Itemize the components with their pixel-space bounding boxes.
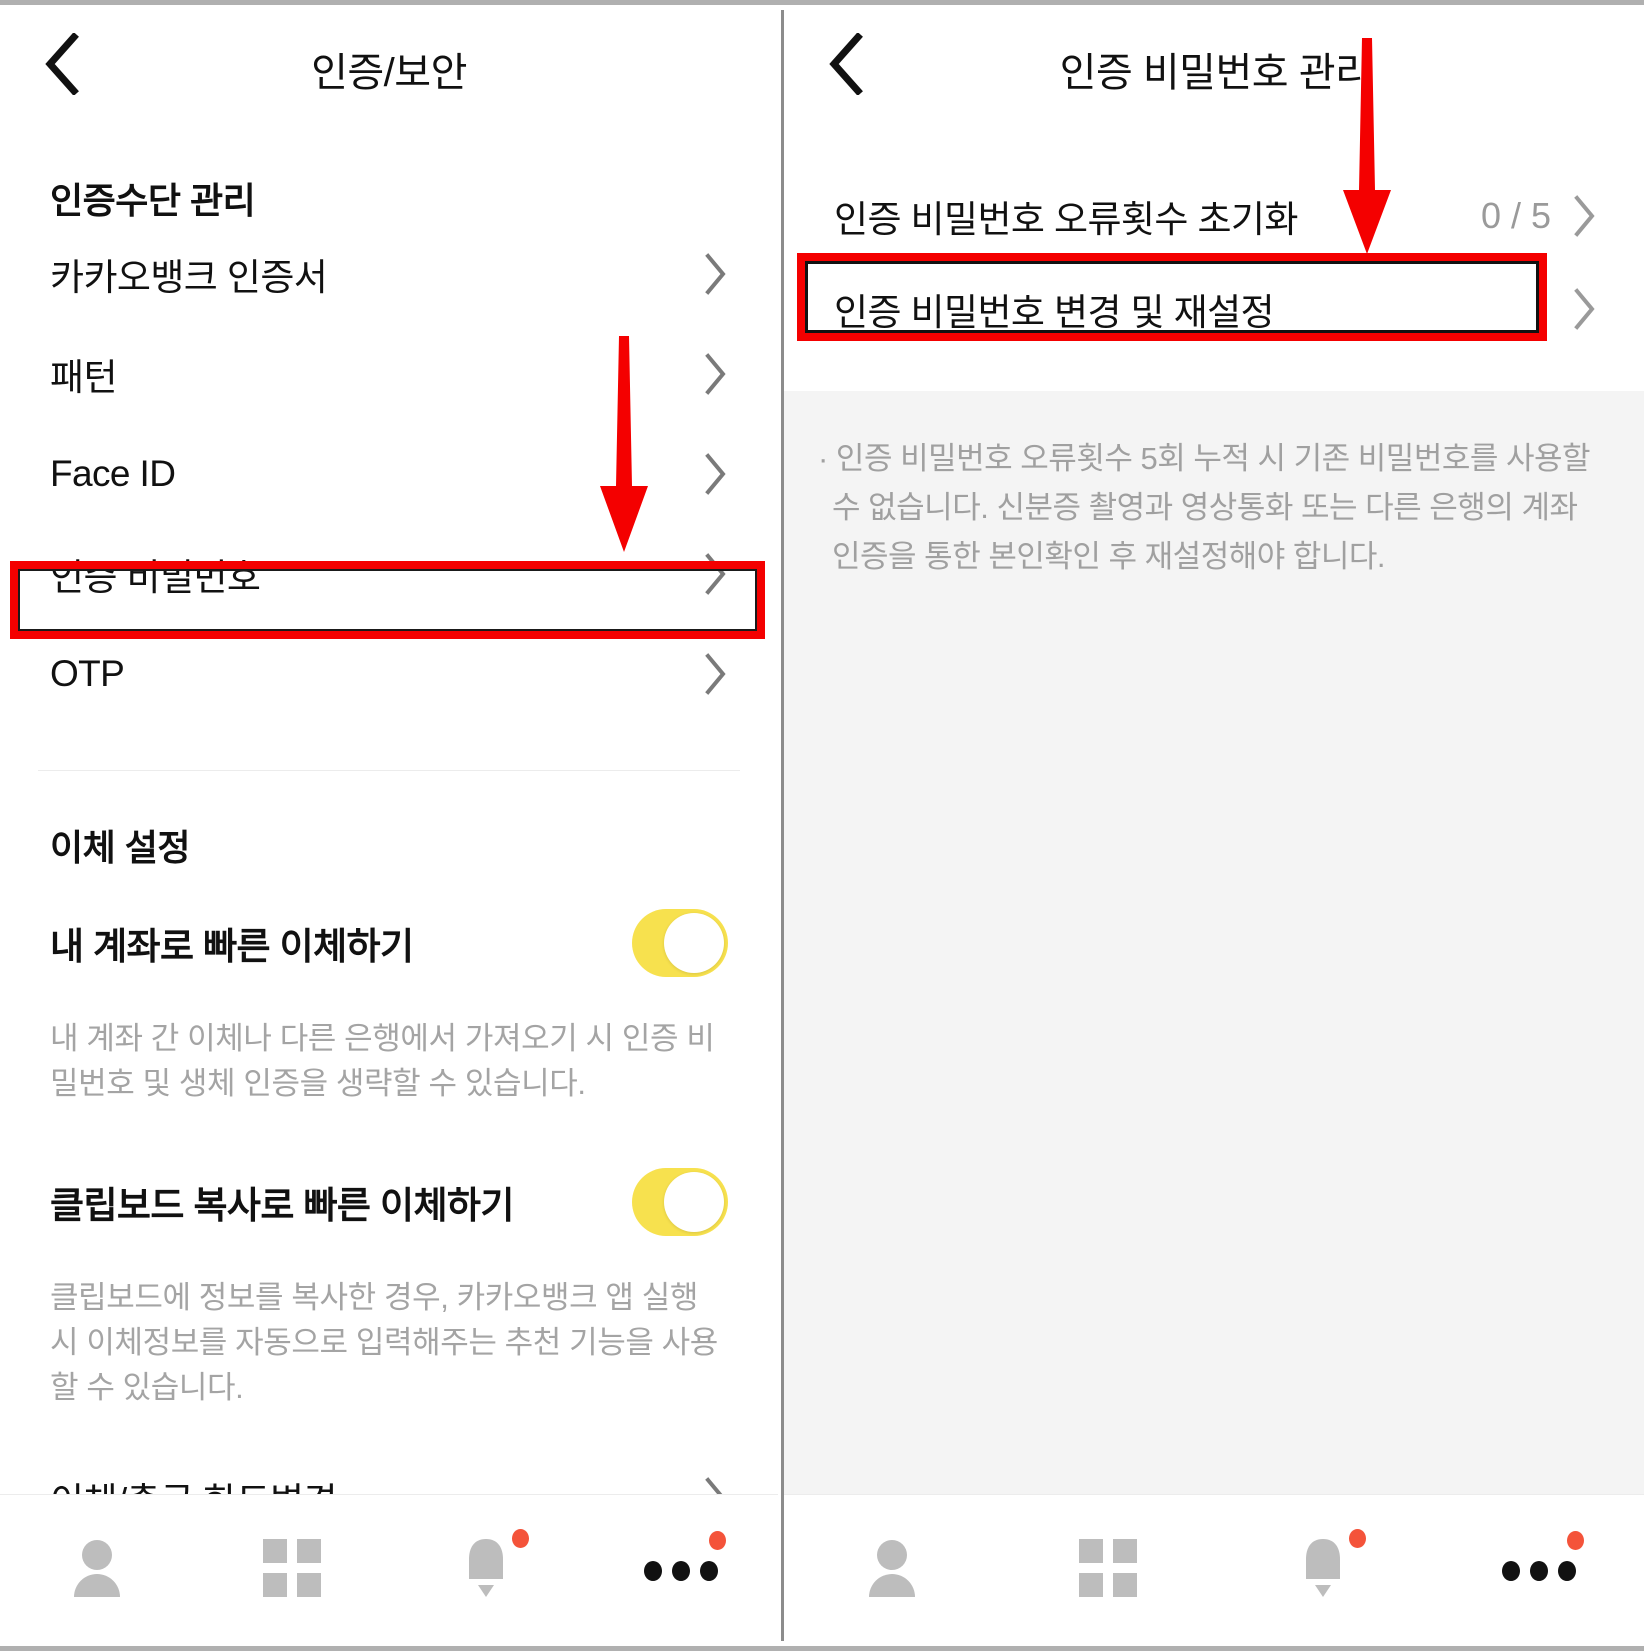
chevron-right-icon — [704, 553, 728, 595]
info-note-text: · 인증 비밀번호 오류횟수 5회 누적 시 기존 비밀번호를 사용할 수 없습… — [818, 441, 1591, 574]
setting-quick-transfer-clipboard[interactable]: 클립보드 복사로 빠른 이체하기 — [0, 1154, 778, 1250]
list-item-label: 인증 비밀번호 변경 및 재설정 — [834, 292, 1275, 333]
section-heading-auth-methods: 인증수단 관리 — [50, 180, 256, 221]
person-icon — [58, 1529, 136, 1607]
list-item-label: 카카오뱅크 인증서 — [50, 257, 328, 298]
chevron-right-icon — [704, 653, 728, 695]
nav-item-menu[interactable] — [195, 1495, 390, 1641]
chevron-right-icon — [704, 353, 728, 395]
grid-icon — [1069, 1529, 1147, 1607]
setting-label: 내 계좌로 빠른 이체하기 — [50, 926, 414, 967]
list-item-kakaobank-certificate[interactable]: 카카오뱅크 인증서 — [0, 224, 778, 324]
left-app-header: 인증/보안 — [0, 10, 778, 120]
toggle-knob — [664, 913, 724, 973]
list-item-pattern[interactable]: 패턴 — [0, 324, 778, 424]
list-item-face-id[interactable]: Face ID — [0, 424, 778, 524]
bottom-navigation-bar — [0, 1494, 778, 1641]
list-item-otp[interactable]: OTP — [0, 624, 778, 724]
right-app-header: 인증 비밀번호 관리 — [784, 10, 1644, 120]
nav-item-profile[interactable] — [784, 1495, 1000, 1641]
setting-helper-text: 클립보드에 정보를 복사한 경우, 카카오뱅크 앱 실행 시 이체정보를 자동으… — [50, 1280, 718, 1405]
bell-icon — [1284, 1529, 1367, 1607]
nav-item-notifications[interactable] — [389, 1495, 584, 1641]
more-dots-icon — [642, 1529, 726, 1607]
more-dots-icon — [1500, 1529, 1585, 1607]
setting-helper-text: 내 계좌 간 이체나 다른 은행에서 가져오기 시 인증 비밀번호 및 생체 인… — [50, 1021, 715, 1101]
more-badge — [1567, 1531, 1585, 1550]
grid-icon — [253, 1529, 331, 1607]
auth-methods-list: 카카오뱅크 인증서 패턴 Face ID 인증 비밀번호 OTP — [0, 224, 778, 724]
list-item-label: 인증 비밀번호 — [50, 557, 261, 598]
setting-quick-transfer-my-account[interactable]: 내 계좌로 빠른 이체하기 — [0, 895, 778, 991]
list-item-label: OTP — [50, 653, 125, 694]
page-title: 인증 비밀번호 관리 — [1059, 51, 1372, 95]
chevron-right-icon — [1573, 288, 1597, 330]
list-item-label: 인증 비밀번호 오류횟수 초기화 — [834, 199, 1298, 240]
more-badge — [708, 1531, 726, 1550]
chevron-right-icon — [704, 453, 728, 495]
list-item-label: Face ID — [50, 453, 176, 494]
nav-item-more[interactable] — [1431, 1495, 1644, 1641]
list-item-change-reset-password[interactable]: 인증 비밀번호 변경 및 재설정 — [784, 266, 1644, 352]
nav-item-more[interactable] — [584, 1495, 779, 1641]
nav-item-notifications[interactable] — [1216, 1495, 1432, 1641]
toggle-knob — [664, 1172, 724, 1233]
chevron-right-icon — [704, 253, 728, 295]
page-title: 인증/보안 — [311, 51, 467, 95]
bell-icon — [447, 1529, 530, 1607]
left-phone-screen: 인증/보안 인증수단 관리 카카오뱅크 인증서 패턴 Face ID 인증 비밀… — [0, 10, 778, 1641]
notification-badge — [1349, 1529, 1367, 1548]
quick-transfer-my-account-toggle[interactable] — [632, 909, 728, 977]
list-item-auth-password[interactable]: 인증 비밀번호 — [0, 524, 778, 624]
dual-screenshot-canvas: 인증/보안 인증수단 관리 카카오뱅크 인증서 패턴 Face ID 인증 비밀… — [0, 0, 1644, 1651]
person-icon — [853, 1529, 931, 1607]
list-item-reset-error-count[interactable]: 인증 비밀번호 오류횟수 초기화 0 / 5 — [784, 166, 1644, 266]
bottom-navigation-bar — [784, 1494, 1644, 1641]
nav-item-menu[interactable] — [1000, 1495, 1216, 1641]
chevron-right-icon — [1573, 195, 1597, 237]
setting-label: 클립보드 복사로 빠른 이체하기 — [50, 1185, 514, 1227]
notification-badge — [512, 1529, 530, 1548]
nav-item-profile[interactable] — [0, 1495, 195, 1641]
error-count-value: 0 / 5 — [1480, 195, 1551, 236]
section-heading-transfer-settings: 이체 설정 — [50, 827, 190, 868]
list-item-label: 패턴 — [50, 357, 117, 398]
right-phone-screen: 인증 비밀번호 관리 인증 비밀번호 오류횟수 초기화 0 / 5 인증 비밀번… — [781, 10, 1644, 1641]
quick-transfer-clipboard-toggle[interactable] — [632, 1168, 728, 1237]
